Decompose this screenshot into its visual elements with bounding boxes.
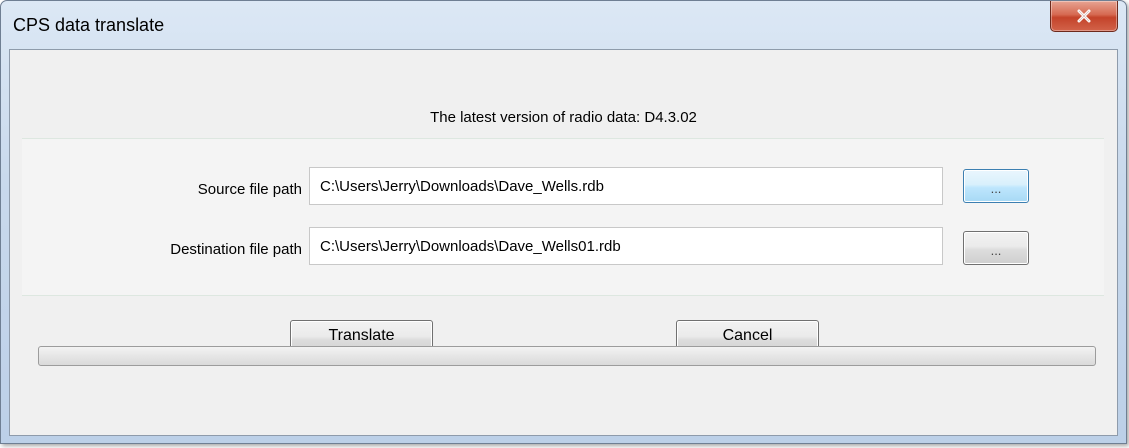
close-icon [1076,9,1092,23]
dialog-window: CPS data translate The latest version of… [0,0,1127,444]
version-text: The latest version of radio data: D4.3.0… [430,109,697,126]
source-browse-button[interactable]: ... [963,169,1029,203]
title-bar[interactable]: CPS data translate [1,1,1126,49]
window-title: CPS data translate [13,15,165,35]
destination-browse-button[interactable]: ... [963,231,1029,265]
destination-path-input[interactable] [309,227,943,265]
destination-path-label: Destination file path [170,241,302,258]
path-panel: Source file path ... Destination file pa… [22,138,1104,296]
close-button[interactable] [1050,1,1118,32]
source-path-label: Source file path [197,181,302,198]
source-path-input[interactable] [309,167,943,205]
progress-bar [38,346,1096,366]
dialog-client-area: The latest version of radio data: D4.3.0… [9,49,1118,436]
